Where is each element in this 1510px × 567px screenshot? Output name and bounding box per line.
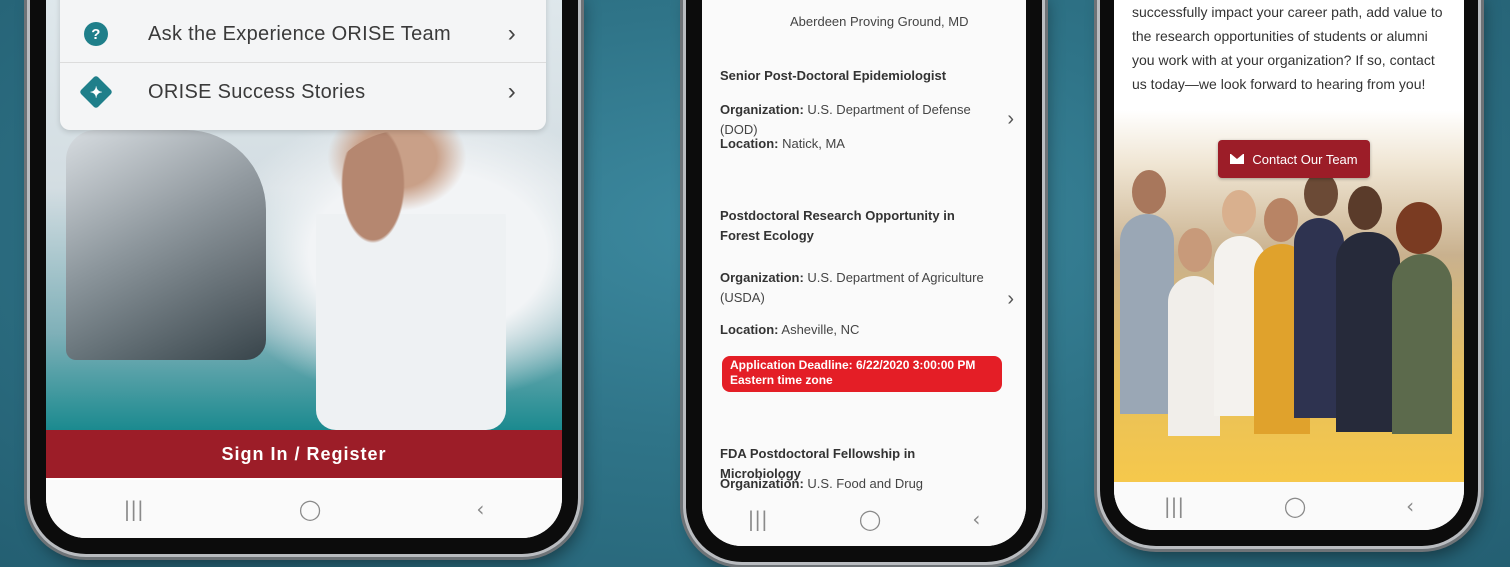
sign-in-register-button[interactable]: Sign In / Register [46,430,562,478]
job-title: Senior Post-Doctoral Epidemiologist [720,68,947,83]
job-location: Location: Asheville, NC [720,322,860,337]
recents-icon[interactable]: ||| [1164,494,1184,518]
menu-card: ? Ask the Experience ORISE Team › ✦ ORIS… [60,0,546,130]
phone-frame-2: Aberdeen Proving Ground, MD Senior Post-… [686,0,1042,562]
home-icon[interactable]: ◯ [1284,494,1306,518]
star-badge-icon: ✦ [79,75,113,109]
menu-item-label: ORISE Success Stories [148,80,366,103]
job-list-item[interactable]: Postdoctoral Research Opportunity in For… [702,192,1026,433]
envelope-icon [1230,154,1245,164]
phone-screen-2: Aberdeen Proving Ground, MD Senior Post-… [702,0,1026,546]
chevron-right-icon: › [507,78,516,105]
phone-frame-3: successfully impact your career path, ad… [1100,0,1478,546]
person-body [1392,254,1452,434]
home-icon[interactable]: ◯ [859,507,881,531]
job-location-partial: Aberdeen Proving Ground, MD [790,14,969,29]
application-deadline-badge: Application Deadline: 6/22/2020 3:00:00 … [722,356,1002,392]
person-head [1264,198,1298,242]
menu-item-label: Ask the Experience ORISE Team [148,22,451,45]
menu-item-success-stories[interactable]: ✦ ORISE Success Stories › [60,64,546,120]
chevron-right-icon: › [1007,288,1014,310]
contact-button-label: Contact Our Team [1252,151,1358,167]
menu-item-ask-team[interactable]: ? Ask the Experience ORISE Team › [60,6,546,63]
question-circle-icon: ? [84,22,108,46]
person-head [1178,228,1212,272]
microscope-image [66,130,266,360]
person-head [1396,202,1442,254]
phone-screen-1: ? Ask the Experience ORISE Team › ✦ ORIS… [46,0,562,538]
job-list-item[interactable]: Senior Post-Doctoral Epidemiologist Orga… [702,52,1026,193]
back-icon[interactable]: ‹ [972,507,980,531]
person-head [1222,190,1256,234]
back-icon[interactable]: ‹ [476,497,484,521]
phone-screen-3: successfully impact your career path, ad… [1114,0,1464,530]
person-head [1348,186,1382,230]
phone-frame-1: ? Ask the Experience ORISE Team › ✦ ORIS… [30,0,578,554]
android-navbar: ||| ◯ ‹ [46,480,562,538]
contact-our-team-button[interactable]: Contact Our Team [1218,140,1370,178]
home-icon[interactable]: ◯ [299,497,321,521]
back-icon[interactable]: ‹ [1406,494,1414,518]
android-navbar: ||| ◯ ‹ [1114,482,1464,530]
person-body [1336,232,1400,432]
person-body [1120,214,1174,414]
person-body [1168,276,1220,436]
job-organization: Organization: U.S. Department of Agricul… [720,270,984,305]
contact-body-text: successfully impact your career path, ad… [1132,4,1443,92]
job-list-item[interactable]: FDA Postdoctoral Fellowship in Microbiol… [702,432,1026,511]
scientist-image [316,130,506,430]
recents-icon[interactable]: ||| [124,497,144,521]
android-navbar: ||| ◯ ‹ [702,492,1026,546]
chevron-right-icon: › [1007,108,1014,130]
person-head [1132,170,1166,214]
person-head [1304,172,1338,216]
recents-icon[interactable]: ||| [748,507,768,531]
chevron-right-icon: › [507,20,516,47]
job-location: Location: Natick, MA [720,136,845,151]
list-item[interactable]: Aberdeen Proving Ground, MD [702,0,1026,53]
job-title: Postdoctoral Research Opportunity in For… [720,208,955,243]
